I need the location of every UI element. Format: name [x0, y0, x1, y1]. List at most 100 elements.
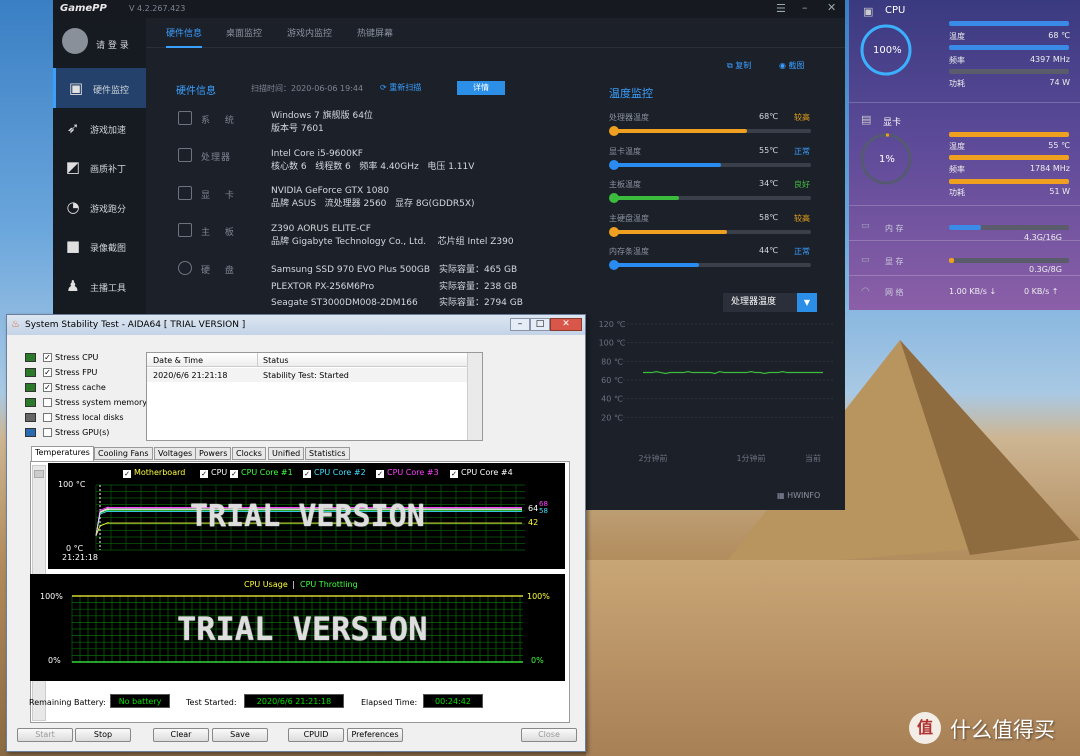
- test-started-label: Test Started:: [186, 698, 237, 707]
- close-button[interactable]: ✕: [550, 318, 582, 331]
- sidebar-item-label: 硬件监控: [93, 86, 130, 96]
- stress-checkbox[interactable]: ✓: [43, 383, 52, 392]
- login-link[interactable]: 请 登 录: [96, 38, 129, 51]
- gpu-brand: 品牌 ASUS: [271, 199, 317, 209]
- stress-label: Stress FPU: [55, 368, 98, 377]
- tab-hotkey[interactable]: 热键屏幕: [357, 26, 393, 39]
- gpu-vram: 显存 8G(GDDR5X): [394, 199, 475, 209]
- menu-icon[interactable]: ☰: [776, 2, 786, 15]
- temp-list: 处理器温度 68℃ 较高 显卡温度 55℃ 正常 主板温度 34℃ 良好 主硬盘温度 58℃ 较高 内存…: [609, 112, 819, 282]
- minimize-icon[interactable]: –: [802, 1, 808, 14]
- close-window-button[interactable]: Close: [521, 728, 577, 742]
- sidebar-item-streamer[interactable]: ♟ 主播工具: [53, 266, 146, 306]
- temp-row-value: 58℃: [759, 212, 779, 222]
- gpu-info: NVIDIA GeForce GTX 1080 品牌 ASUS 流处理器 256…: [271, 185, 475, 211]
- cpu-temp: 68 ℃: [1048, 31, 1070, 40]
- avatar[interactable]: [62, 28, 88, 54]
- clear-button[interactable]: Clear: [153, 728, 209, 742]
- cpu-usage-graph: CPU Usage | CPU Throttling 100% 0% 100% …: [30, 574, 565, 681]
- sidebar-item-quality[interactable]: ◩ 画质补丁: [53, 147, 146, 187]
- sidebar-item-hardware[interactable]: ▣ 硬件监控: [53, 68, 146, 108]
- temp-row-value: 34℃: [759, 179, 779, 188]
- maximize-button[interactable]: □: [530, 318, 550, 331]
- save-button[interactable]: Save: [212, 728, 268, 742]
- scrollbar-thumb[interactable]: [34, 470, 44, 478]
- minimize-button[interactable]: –: [510, 318, 530, 331]
- detail-button[interactable]: 详情: [457, 81, 505, 95]
- sidebar-item-label: 主播工具: [90, 284, 127, 294]
- gamepp-titlebar: GamePP V 4.2.267.423 ☰ – ✕: [53, 0, 845, 18]
- gpu-freq-label: 频率: [949, 165, 965, 174]
- temp-bar: [609, 260, 811, 270]
- gpu-power-label: 功耗: [949, 188, 965, 197]
- tab-voltages[interactable]: Voltages: [154, 447, 197, 460]
- sidebar-item-boost[interactable]: ➶ 游戏加速: [53, 108, 146, 148]
- overlay-mem-label: 内 存: [885, 224, 904, 233]
- stress-checkbox[interactable]: [43, 398, 52, 407]
- tab-temperatures[interactable]: Temperatures: [31, 446, 94, 461]
- temp-row: 显卡温度 55℃ 正常: [609, 146, 819, 176]
- rescan-link[interactable]: ⟳ 重新扫描: [380, 82, 421, 93]
- system-name: Windows 7 旗舰版 64位: [271, 111, 373, 121]
- system-info: Windows 7 旗舰版 64位 版本号 7601: [271, 110, 373, 136]
- stress-label: Stress CPU: [55, 353, 99, 362]
- screenshot-button[interactable]: ◉ 截图: [779, 60, 805, 71]
- sidebar-item-label: 游戏加速: [90, 126, 127, 136]
- temp-source-dropdown[interactable]: 处理器温度 ▼: [723, 293, 817, 312]
- tab-desktop-monitor[interactable]: 桌面监控: [226, 26, 262, 39]
- stress-device-icon: [25, 398, 36, 407]
- cpu-power-bar: [949, 69, 1069, 74]
- stop-button[interactable]: Stop: [75, 728, 131, 742]
- temp-bar-knob[interactable]: [609, 226, 619, 237]
- log-scrollbar[interactable]: [467, 353, 482, 440]
- log-header-status: Status: [263, 356, 289, 365]
- temp-row: 内存条温度 44℃ 正常: [609, 246, 819, 276]
- close-icon[interactable]: ✕: [827, 1, 836, 14]
- tab-ingame-monitor[interactable]: 游戏内监控: [287, 26, 332, 39]
- copy-button[interactable]: ⧉ 复制: [727, 60, 751, 71]
- temp-row: 主板温度 34℃ 良好: [609, 179, 819, 209]
- gpu-label: 显 卡: [201, 191, 240, 201]
- temp-bar-knob[interactable]: [609, 126, 619, 136]
- stress-checkbox[interactable]: [43, 428, 52, 437]
- tab-unified[interactable]: Unified: [268, 447, 305, 460]
- cpu-temp-row: 温度 68 ℃: [949, 31, 1075, 42]
- temp-bar-knob[interactable]: [609, 159, 619, 170]
- stress-device-icon: [25, 428, 36, 437]
- log-row-status: Stability Test: Started: [263, 371, 349, 380]
- tab-cooling-fans[interactable]: Cooling Fans: [94, 447, 153, 460]
- chevron-down-icon[interactable]: ▼: [797, 293, 817, 312]
- temp-bar-fill: [611, 263, 699, 267]
- stress-checkbox[interactable]: ✓: [43, 368, 52, 377]
- stress-label: Stress local disks: [55, 413, 124, 422]
- start-button[interactable]: Start: [17, 728, 73, 742]
- tab-statistics[interactable]: Statistics: [305, 447, 350, 460]
- overlay-cpu-section: ▣ CPU 100% 温度 68 ℃ 频率 4397 MHz 功耗 74 W: [849, 0, 1080, 103]
- system-build: 版本号 7601: [271, 124, 324, 134]
- cpu-temp-label: 温度: [949, 32, 965, 41]
- hwinfo-label: ▦ HWINFO: [777, 491, 820, 500]
- stress-checkbox[interactable]: [43, 413, 52, 422]
- tab-clocks[interactable]: Clocks: [232, 447, 266, 460]
- tab-hardware-info[interactable]: 硬件信息: [166, 26, 202, 39]
- sidebar-item-benchmark[interactable]: ◔ 游戏跑分: [53, 187, 146, 227]
- motherboard-brand: 品牌 Gigabyte Technology Co., Ltd.: [271, 237, 427, 247]
- preferences-button[interactable]: Preferences: [347, 728, 403, 742]
- sidebar-item-record[interactable]: ■ 录像截图: [53, 226, 146, 266]
- log-row[interactable]: 2020/6/6 21:21:18 Stability Test: Starte…: [147, 368, 467, 382]
- temp-row-status: 正常: [794, 146, 810, 156]
- scan-time: 扫描时间：2020-06-06 19:44: [251, 84, 364, 93]
- cpu-specs: 核心数 6 线程数 6 频率 4.40GHz 电压 1.11V: [271, 161, 474, 174]
- temp-bar-knob[interactable]: [609, 260, 619, 270]
- tab-powers[interactable]: Powers: [195, 447, 232, 460]
- temp-axis-top: 100 °C: [58, 480, 86, 489]
- stress-checkbox[interactable]: ✓: [43, 353, 52, 362]
- gamepp-logo: GamePP: [60, 3, 107, 14]
- cpu-chip-icon: [178, 148, 192, 162]
- cpuid-button[interactable]: CPUID: [288, 728, 344, 742]
- temp-bar-knob[interactable]: [609, 193, 619, 203]
- gpu-specs: 品牌 ASUS 流处理器 2560 显存 8G(GDDR5X): [271, 198, 475, 211]
- log-row-datetime: 2020/6/6 21:21:18: [153, 371, 228, 380]
- person-icon: ♟: [66, 277, 80, 295]
- temp-value-label: 42: [528, 518, 539, 527]
